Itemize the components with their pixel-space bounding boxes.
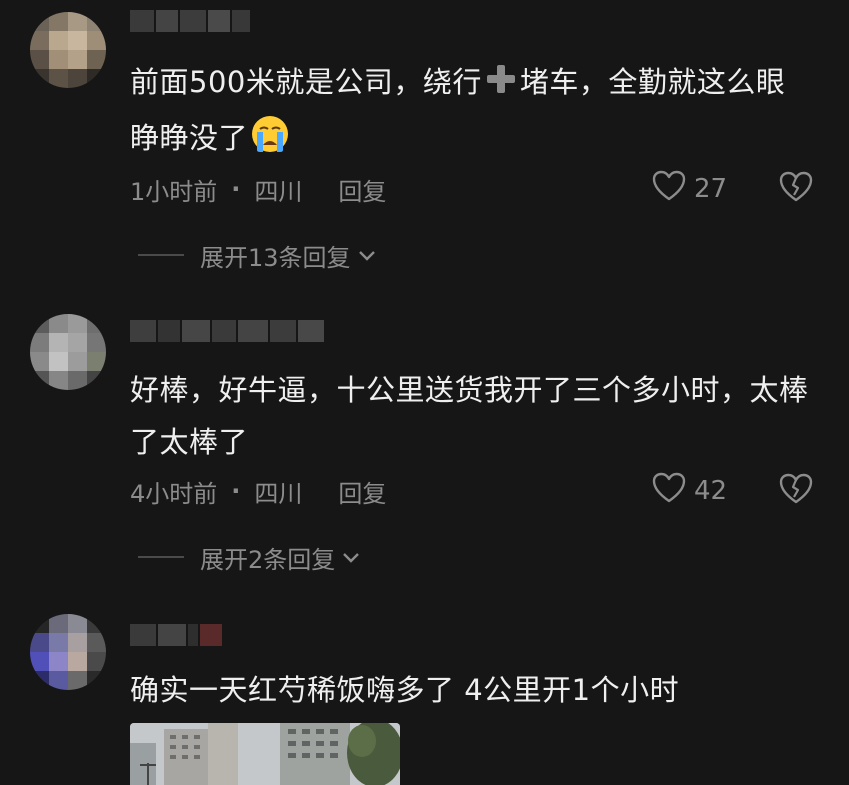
comment-image[interactable] [130,723,400,785]
divider [138,556,184,558]
username-blurred[interactable] [130,10,250,32]
heart-outline-icon [652,472,686,511]
comment-meta: 1小时前 · 四川 回复 [130,172,386,206]
expand-replies-button[interactable]: 展开2条回复 [138,540,361,574]
separator: · [231,175,241,203]
avatar-pixelated [30,614,106,690]
avatar[interactable] [30,314,106,390]
avatar-pixelated [30,12,106,88]
comment-list: 前面500米就是公司，绕行 堵车，全勤就这么眼睁睁没了 1小时前 · 四川 回复 … [0,0,849,785]
comment-text: 确实一天红芍稀饭嗨多了 4公里开1个小时 [130,673,680,707]
username-blurred[interactable] [130,624,222,646]
broken-heart-icon [779,171,813,207]
timestamp: 1小时前 [130,177,218,206]
like-count: 42 [694,476,728,506]
avatar-pixelated [30,314,106,390]
plus-icon [484,60,518,112]
chevron-down-icon [341,543,361,571]
avatar[interactable] [30,12,106,88]
separator: · [231,477,241,505]
location: 四川 [254,479,303,508]
divider [138,254,184,256]
like-count: 27 [694,174,728,204]
dislike-button[interactable] [779,171,813,207]
comment-text: 好棒，好牛逼，十公里送货我开了三个多小时，太棒了太棒了 [130,373,809,459]
chevron-down-icon [357,241,377,269]
expand-replies-label: 展开13条回复 [200,243,351,272]
dislike-button[interactable] [779,473,813,509]
comment-meta: 4小时前 · 四川 回复 [130,474,386,508]
image-preview [130,723,400,785]
broken-heart-icon [779,473,813,509]
reply-button[interactable]: 回复 [338,474,386,509]
like-button[interactable]: 27 [652,170,728,209]
username-blurred[interactable] [130,320,324,342]
expand-replies-button[interactable]: 展开13条回复 [138,238,377,272]
avatar[interactable] [30,614,106,690]
expand-replies-label: 展开2条回复 [200,545,336,574]
heart-outline-icon [652,170,686,209]
crying-face-icon [250,114,290,170]
timestamp: 4小时前 [130,479,218,508]
like-button[interactable]: 42 [652,472,728,511]
reply-button[interactable]: 回复 [338,172,386,207]
comment-text: 前面500米就是公司，绕行 堵车，全勤就这么眼睁睁没了 [130,56,809,170]
location: 四川 [254,177,303,206]
